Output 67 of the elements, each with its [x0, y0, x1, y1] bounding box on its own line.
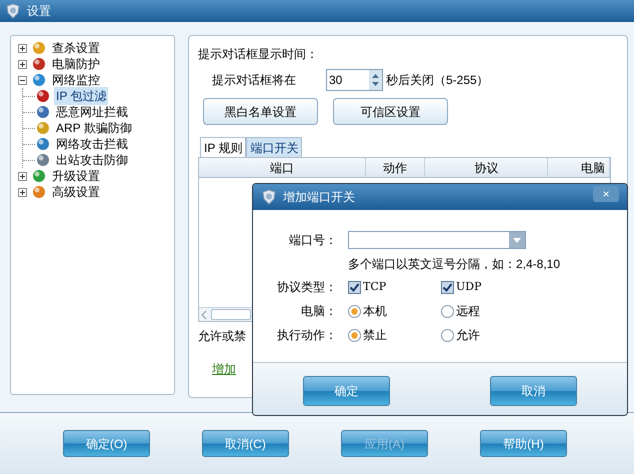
shield-icon	[5, 3, 21, 19]
column-header[interactable]: 端口	[199, 158, 366, 177]
add-link[interactable]: 增加	[212, 360, 236, 378]
scroll-left-icon[interactable]	[199, 310, 209, 320]
option-label: 允许	[456, 327, 480, 344]
seconds-value: 30	[328, 72, 344, 89]
expand-toggle[interactable]	[18, 188, 27, 196]
tree-item[interactable]: 查杀设置	[50, 39, 102, 57]
tree-item[interactable]: 网络监控	[50, 71, 102, 89]
port-combo[interactable]	[348, 231, 526, 249]
checkbox[interactable]	[348, 280, 361, 294]
rules-note: 允许或禁	[198, 328, 246, 345]
tree-item[interactable]: 电脑防护	[50, 55, 102, 73]
settings-button[interactable]: 黑白名单设置	[203, 98, 318, 125]
scroll-thumb[interactable]	[211, 309, 251, 320]
port-hint: 多个端口以英文逗号分隔，如：2,4-8,10	[348, 256, 562, 273]
column-header[interactable]: 协议	[425, 158, 548, 177]
tree-node-icon	[35, 136, 51, 152]
tree-node-icon	[31, 168, 47, 184]
tab[interactable]: 端口开关	[246, 137, 302, 157]
radio-button[interactable]	[441, 328, 454, 342]
tree-node-icon	[35, 88, 51, 104]
expand-toggle[interactable]	[18, 60, 27, 68]
tree-item[interactable]: ARP 欺骗防御	[54, 119, 134, 137]
prompt-label: 提示对话框将在	[212, 72, 297, 89]
expand-toggle[interactable]	[18, 76, 27, 84]
field-label: 端口号：	[288, 232, 337, 249]
tab[interactable]: IP 规则	[200, 137, 246, 157]
field-label: 协议类型：	[276, 279, 337, 296]
window-title: 设置	[27, 3, 51, 20]
tree-node-icon	[35, 120, 51, 136]
tree-node-icon	[31, 72, 47, 88]
tree-node-icon	[31, 184, 47, 200]
seconds-suffix: 秒后关闭（5-255）	[386, 72, 489, 89]
tree-item[interactable]: 出站攻击防御	[54, 151, 130, 169]
dropdown-icon[interactable]	[509, 232, 525, 248]
shield-icon	[261, 189, 277, 205]
seconds-spinner[interactable]: 30	[326, 69, 383, 91]
expand-toggle[interactable]	[18, 44, 27, 52]
column-header[interactable]: 动作	[366, 158, 426, 177]
option-label: 禁止	[363, 327, 387, 344]
tree-node-icon	[35, 104, 51, 120]
option-label: 本机	[363, 303, 387, 320]
settings-button[interactable]: 可信区设置	[333, 98, 448, 125]
radio-button[interactable]	[348, 304, 361, 318]
tree-item[interactable]: IP 包过滤	[54, 87, 108, 105]
radio-button[interactable]	[348, 328, 361, 342]
tree-item[interactable]: 高级设置	[50, 183, 102, 201]
dialog-title: 增加端口开关	[283, 189, 356, 206]
expand-toggle[interactable]	[18, 172, 27, 180]
checkbox[interactable]	[441, 280, 454, 294]
tree-item[interactable]: 升级设置	[50, 167, 102, 185]
option-label: TCP	[363, 278, 386, 295]
column-header[interactable]: 电脑	[548, 158, 610, 177]
radio-button[interactable]	[441, 304, 454, 318]
option-label: 远程	[456, 303, 480, 320]
spinner-arrows-icon[interactable]	[369, 70, 382, 90]
option-label: UDP	[456, 278, 482, 295]
tree-item[interactable]: 恶意网址拦截	[54, 103, 130, 121]
tree-node-icon	[31, 56, 47, 72]
section-heading: 提示对话框显示时间：	[198, 46, 319, 63]
tree-item[interactable]: 网络攻击拦截	[54, 135, 130, 153]
field-label: 执行动作：	[276, 327, 337, 344]
tree-node-icon	[31, 40, 47, 56]
field-label: 电脑：	[300, 303, 337, 320]
dialog-button[interactable]: 确定	[303, 376, 390, 406]
tree-node-icon	[35, 152, 51, 168]
